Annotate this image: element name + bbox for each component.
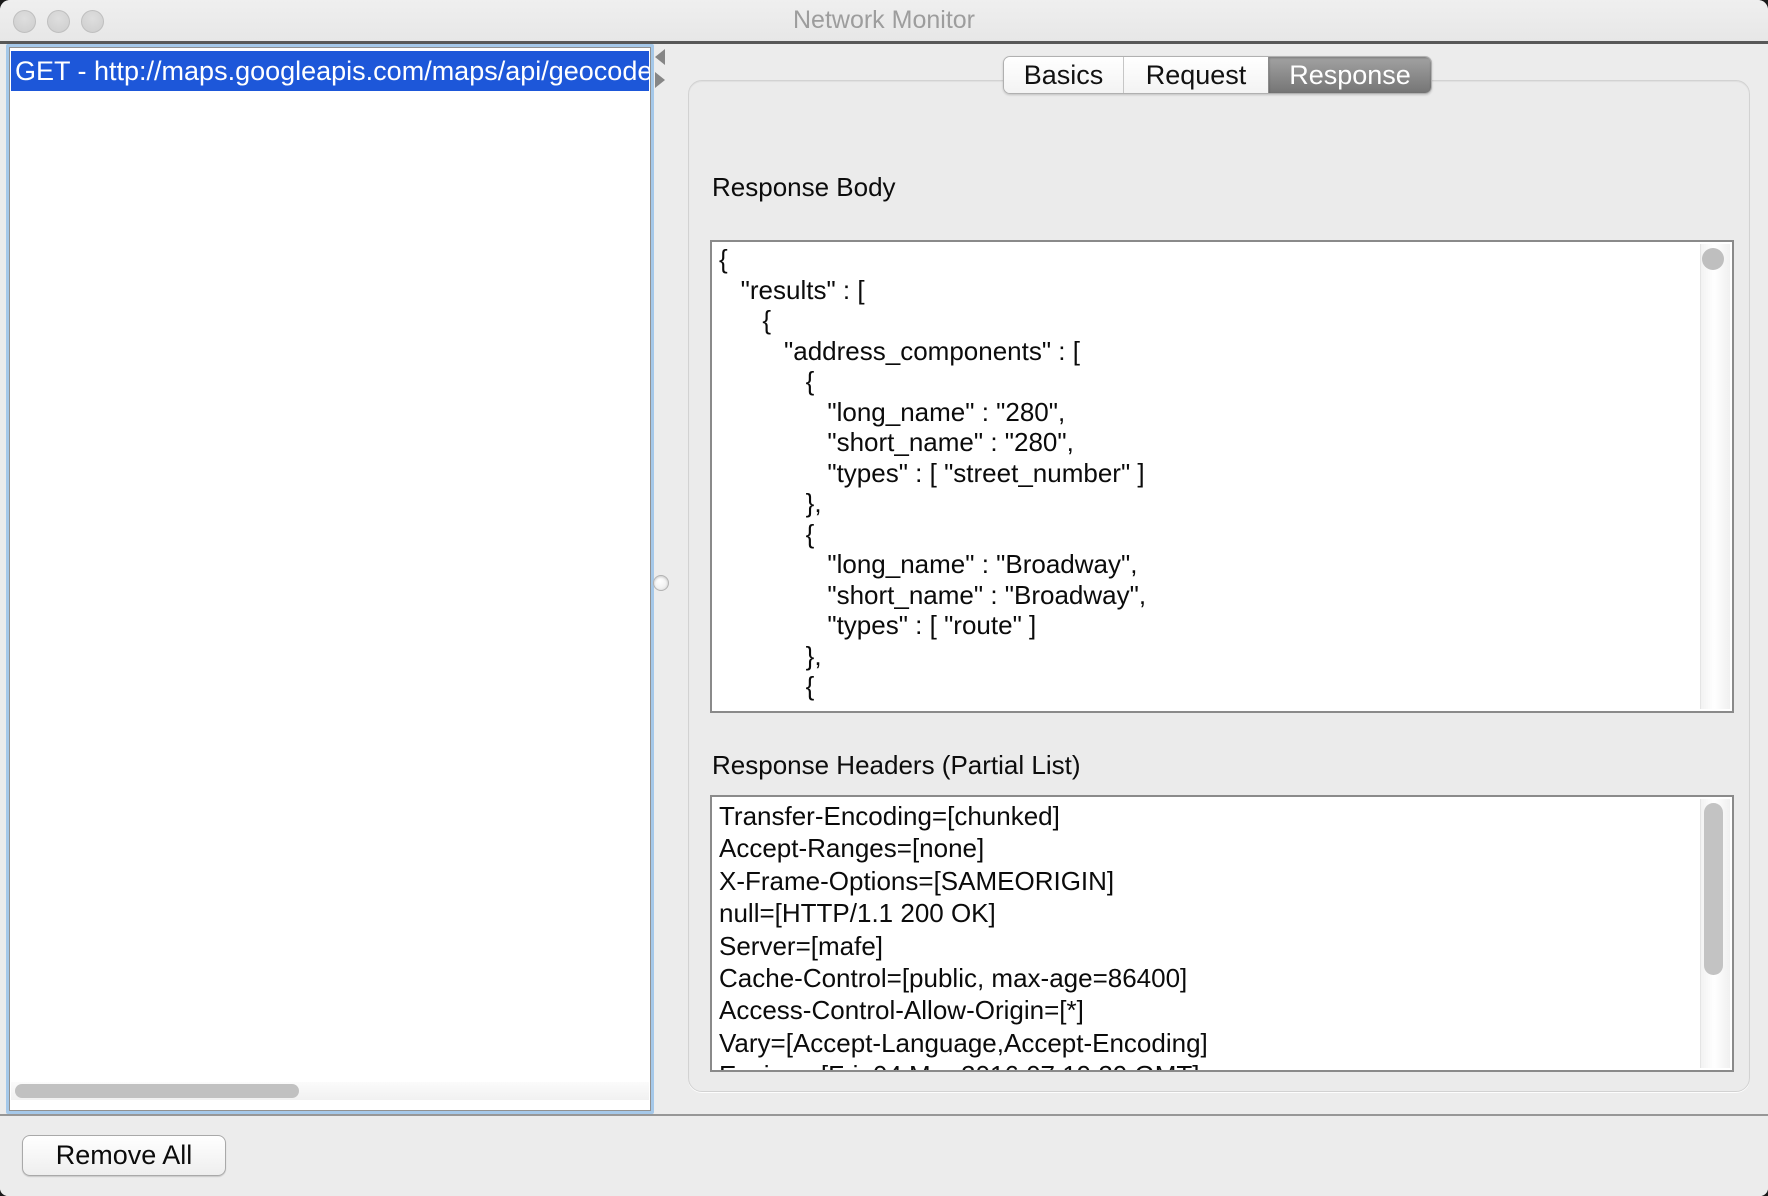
response-body-scrollbar-track[interactable]: [1700, 244, 1730, 709]
remove-all-button[interactable]: Remove All: [22, 1135, 226, 1176]
tab-request[interactable]: Request: [1123, 57, 1268, 93]
response-body-scrollbar-thumb[interactable]: [1702, 248, 1724, 270]
footer-bar: Remove All: [0, 1116, 1768, 1196]
response-headers-scrollbar-track[interactable]: [1700, 799, 1730, 1068]
request-list-hscrollbar-thumb[interactable]: [15, 1084, 299, 1098]
tab-basics[interactable]: Basics: [1004, 57, 1123, 93]
splitter-grip-handle[interactable]: [653, 575, 669, 591]
response-headers-text: Transfer-Encoding=[chunked] Accept-Range…: [712, 797, 1732, 1072]
request-list[interactable]: GET - http://maps.googleapis.com/maps/ap…: [6, 44, 654, 1114]
network-monitor-window: Network Monitor GET - http://maps.google…: [0, 0, 1768, 1196]
response-body-textarea[interactable]: { "results" : [ { "address_components" :…: [710, 240, 1734, 713]
response-headers-textarea[interactable]: Transfer-Encoding=[chunked] Accept-Range…: [710, 795, 1734, 1072]
tab-bar: Basics Request Response: [1003, 56, 1432, 94]
title-bar: Network Monitor: [0, 0, 1768, 41]
response-body-text: { "results" : [ { "address_components" :…: [712, 242, 1732, 702]
splitter-expand-right-icon[interactable]: [655, 72, 665, 88]
request-list-item-selected[interactable]: GET - http://maps.googleapis.com/maps/ap…: [11, 51, 649, 91]
request-list-viewport: GET - http://maps.googleapis.com/maps/ap…: [9, 47, 651, 1111]
request-list-hscrollbar-track[interactable]: [11, 1082, 649, 1100]
response-headers-label: Response Headers (Partial List): [712, 750, 1081, 781]
window-title: Network Monitor: [0, 0, 1768, 41]
response-headers-scrollbar-thumb[interactable]: [1704, 803, 1723, 975]
tab-response[interactable]: Response: [1268, 57, 1431, 93]
response-body-label: Response Body: [712, 172, 896, 203]
splitter-collapse-left-icon[interactable]: [655, 49, 665, 65]
